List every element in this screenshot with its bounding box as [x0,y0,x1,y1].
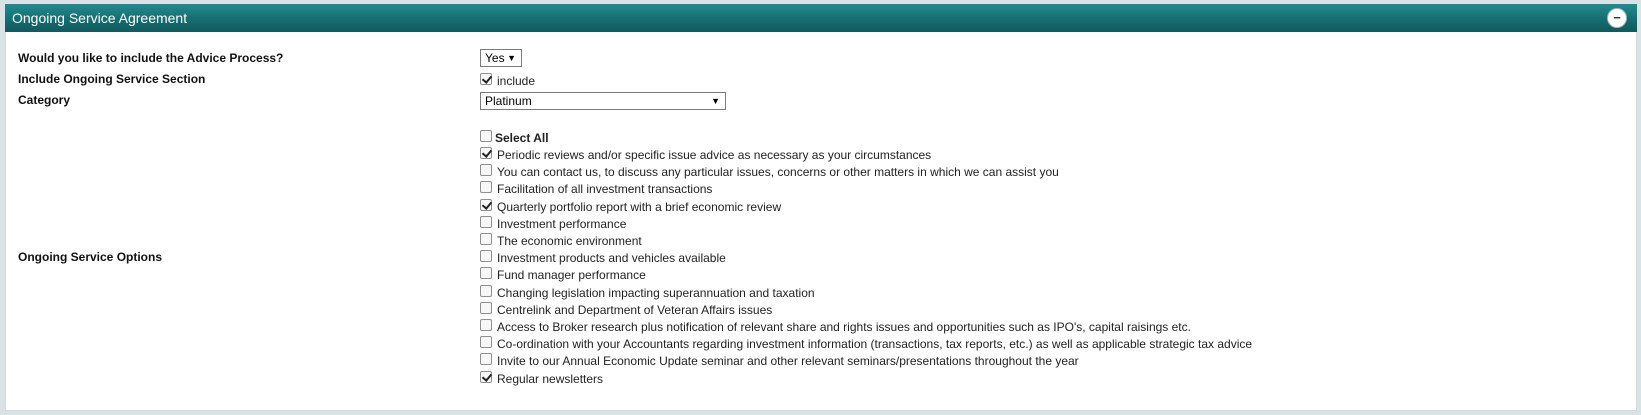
chevron-down-icon: ▼ [711,96,720,106]
panel-header: Ongoing Service Agreement − [5,4,1637,32]
service-option-label: Regular newsletters [497,371,604,386]
ongoing-service-panel: Ongoing Service Agreement − Would you li… [5,4,1637,411]
include-section-label: Include Ongoing Service Section [18,72,206,86]
service-option-label: Investment products and vehicles availab… [497,251,726,266]
select-all-checkbox[interactable] [480,130,492,142]
category-select[interactable]: Platinum ▼ [480,92,726,110]
service-option-checkbox[interactable] [480,336,492,349]
service-option-checkbox[interactable] [480,164,492,177]
service-option-label: The economic environment [497,234,642,248]
category-value: Platinum [485,94,532,108]
chevron-down-icon: ▼ [507,53,516,63]
include-checkbox-label: include [497,74,536,88]
advice-process-select[interactable]: Yes ▼ [480,49,522,67]
service-option-checkbox[interactable] [480,215,492,228]
service-option-label: Invite to our Annual Economic Update sem… [497,354,1079,369]
category-label: Category [18,93,71,107]
service-option-label: Quarterly portfolio report with a brief … [497,199,782,214]
service-option-label: Periodic reviews and/or specific issue a… [497,148,932,162]
collapse-button[interactable]: − [1607,8,1627,28]
service-option-checkbox[interactable] [480,181,492,194]
advice-process-label: Would you like to include the Advice Pro… [18,51,284,65]
service-option-checkbox[interactable] [480,198,492,211]
service-option-checkbox[interactable] [480,284,492,297]
service-option-checkbox[interactable] [480,147,492,159]
service-options-label: Ongoing Service Options [18,250,163,264]
service-option-label: Centrelink and Department of Veteran Aff… [497,302,773,317]
service-option-checkbox[interactable] [480,353,492,366]
service-option-checkbox[interactable] [480,319,492,331]
select-all-label: Select All [495,131,549,145]
service-option-checkbox[interactable] [480,370,492,383]
service-option-label: Fund manager performance [497,268,646,283]
service-option-checkbox[interactable] [480,250,492,263]
service-option-label: You can contact us, to discuss any parti… [497,165,1059,180]
service-option-checkbox[interactable] [480,233,492,245]
service-option-checkbox[interactable] [480,301,492,314]
service-option-label: Changing legislation impacting superannu… [497,285,815,300]
service-option-label: Access to Broker research plus notificat… [497,320,1191,334]
panel-title: Ongoing Service Agreement [12,10,188,26]
service-option-label: Facilitation of all investment transacti… [497,182,713,197]
panel-body: Would you like to include the Advice Pro… [5,32,1637,411]
service-option-label: Investment performance [497,216,627,231]
advice-process-value: Yes [485,51,505,65]
service-option-label: Co-ordination with your Accountants rega… [497,337,1253,352]
service-option-checkbox[interactable] [480,267,492,280]
include-checkbox[interactable] [480,73,492,85]
